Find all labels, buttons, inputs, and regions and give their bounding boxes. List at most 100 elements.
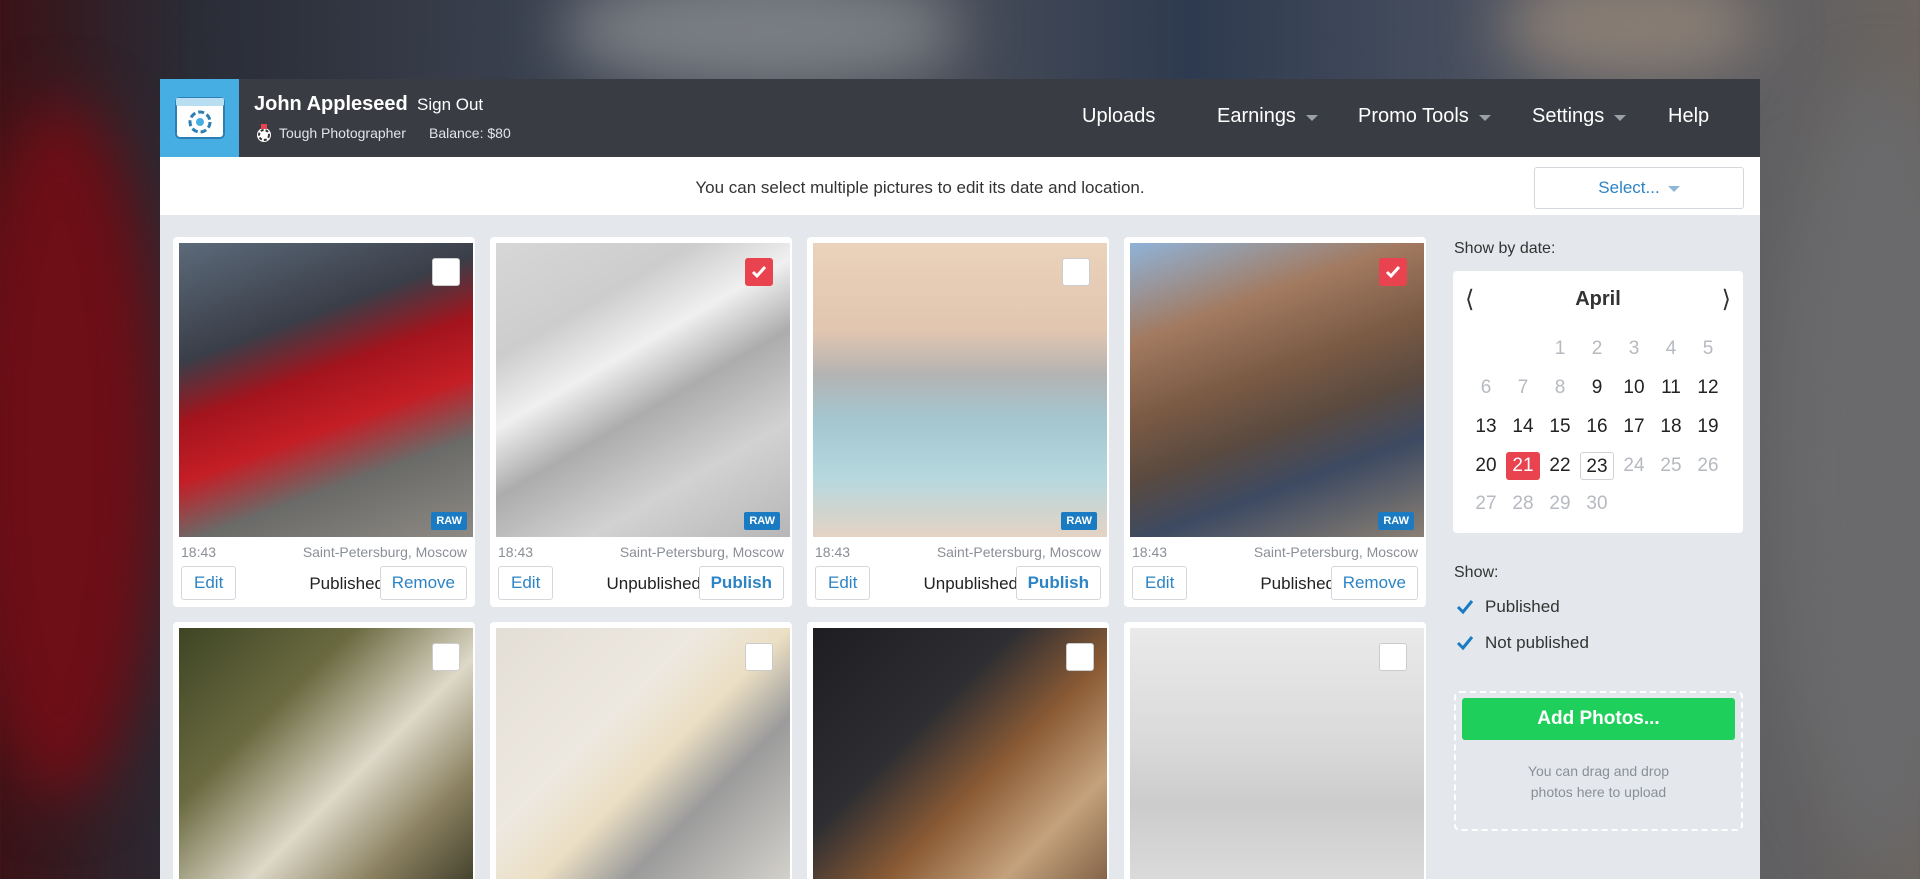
select-checkbox[interactable] bbox=[745, 258, 773, 286]
edit-button[interactable]: Edit bbox=[181, 566, 237, 600]
edit-button[interactable]: Edit bbox=[498, 566, 554, 600]
chevron-down-icon bbox=[1478, 114, 1491, 121]
calendar-day[interactable]: 1 bbox=[1543, 335, 1577, 363]
calendar-day[interactable]: 12 bbox=[1691, 374, 1725, 402]
drop-hint: You can drag and drop photos here to upl… bbox=[1527, 763, 1670, 800]
user-balance: Balance: $80 bbox=[429, 125, 511, 141]
calendar-day[interactable]: 16 bbox=[1580, 413, 1614, 441]
filter-published[interactable]: Published bbox=[1456, 597, 1560, 617]
remove-button[interactable]: Remove bbox=[379, 566, 467, 600]
publish-button[interactable]: Publish bbox=[1015, 566, 1101, 600]
backdrop-blur bbox=[0, 100, 160, 800]
calendar-day[interactable]: 30 bbox=[1580, 490, 1614, 518]
nav-promo-tools[interactable]: Promo Tools bbox=[1358, 105, 1491, 128]
backdrop-blur bbox=[1500, 0, 1760, 80]
photo-time: 18:43 bbox=[1132, 544, 1168, 560]
calendar-day[interactable]: 21 bbox=[1506, 452, 1540, 480]
calendar-day[interactable]: 24 bbox=[1617, 452, 1651, 480]
calendar-day[interactable]: 10 bbox=[1617, 374, 1651, 402]
check-icon bbox=[1385, 266, 1401, 279]
check-icon bbox=[751, 266, 767, 279]
calendar-day[interactable]: 22 bbox=[1543, 452, 1577, 480]
photo-time: 18:43 bbox=[181, 544, 217, 560]
nav-help[interactable]: Help bbox=[1668, 105, 1709, 128]
calendar-day[interactable]: 26 bbox=[1691, 452, 1725, 480]
calendar-day[interactable]: 19 bbox=[1691, 413, 1725, 441]
nav-settings[interactable]: Settings bbox=[1532, 105, 1627, 128]
photo-location: Saint-Petersburg, Moscow bbox=[619, 544, 784, 560]
select-checkbox[interactable] bbox=[432, 643, 460, 671]
select-checkbox[interactable] bbox=[1062, 258, 1090, 286]
add-photos-button[interactable]: Add Photos... bbox=[1462, 698, 1735, 740]
show-by-date-label: Show by date: bbox=[1454, 240, 1556, 257]
calendar-day[interactable]: 7 bbox=[1506, 374, 1540, 402]
raw-badge: RAW bbox=[744, 512, 780, 530]
select-checkbox[interactable] bbox=[1379, 258, 1407, 286]
nav-earnings[interactable]: Earnings bbox=[1217, 105, 1318, 128]
photo-thumbnail[interactable]: RAW bbox=[179, 243, 473, 537]
calendar-day[interactable]: 8 bbox=[1543, 374, 1577, 402]
photo-card: RAW 18:43 Saint-Petersburg, Moscow Edit … bbox=[173, 237, 475, 607]
calendar-day[interactable]: 28 bbox=[1506, 490, 1540, 518]
calendar-day[interactable]: 3 bbox=[1617, 335, 1651, 363]
calendar-day[interactable]: 23 bbox=[1580, 452, 1614, 480]
photo-location: Saint-Petersburg, Moscow bbox=[302, 544, 467, 560]
backdrop-blur bbox=[1780, 80, 1920, 860]
next-month-button[interactable]: ⟩ bbox=[1722, 285, 1731, 314]
calendar-day[interactable]: 15 bbox=[1543, 413, 1577, 441]
calendar-day[interactable]: 11 bbox=[1654, 374, 1688, 402]
photo-thumbnail[interactable] bbox=[813, 243, 1107, 537]
edit-button[interactable]: Edit bbox=[815, 566, 871, 600]
select-checkbox[interactable] bbox=[745, 643, 773, 671]
select-checkbox[interactable] bbox=[1066, 643, 1094, 671]
show-label: Show: bbox=[1454, 564, 1499, 581]
calendar-day[interactable]: 25 bbox=[1654, 452, 1688, 480]
edit-button[interactable]: Edit bbox=[1132, 566, 1188, 600]
publish-button[interactable]: Publish bbox=[698, 566, 784, 600]
calendar-day[interactable]: 2 bbox=[1580, 335, 1614, 363]
calendar-day[interactable]: 14 bbox=[1506, 413, 1540, 441]
sign-out-link[interactable]: Sign Out bbox=[417, 95, 483, 115]
calendar-day[interactable]: 17 bbox=[1617, 413, 1651, 441]
select-checkbox[interactable] bbox=[432, 258, 460, 286]
photo-thumbnail[interactable] bbox=[813, 628, 1107, 879]
backdrop-blur bbox=[560, 0, 960, 90]
status-label: Published bbox=[309, 574, 384, 593]
filter-label: Not published bbox=[1485, 633, 1589, 652]
calendar-day[interactable]: 27 bbox=[1469, 490, 1503, 518]
chevron-down-icon bbox=[1305, 114, 1318, 121]
calendar-day[interactable]: 29 bbox=[1543, 490, 1577, 518]
photo-thumbnail[interactable] bbox=[496, 243, 790, 537]
remove-button[interactable]: Remove bbox=[1330, 566, 1418, 600]
photo-thumbnail[interactable] bbox=[1130, 243, 1424, 537]
photo-time: 18:43 bbox=[498, 544, 534, 560]
check-icon bbox=[1456, 636, 1474, 651]
select-dropdown[interactable]: Select... bbox=[1534, 167, 1744, 209]
app-window: John Appleseed Sign Out Tough Photograph… bbox=[160, 79, 1760, 879]
calendar-day[interactable]: 5 bbox=[1691, 335, 1725, 363]
nav-uploads[interactable]: Uploads bbox=[1082, 105, 1155, 128]
raw-badge: RAW bbox=[1061, 512, 1097, 530]
calendar-day[interactable]: 20 bbox=[1469, 452, 1503, 480]
app-logo[interactable] bbox=[160, 79, 239, 157]
calendar-day[interactable]: 6 bbox=[1469, 374, 1503, 402]
calendar-day[interactable]: 9 bbox=[1580, 374, 1614, 402]
calendar-day[interactable]: 4 bbox=[1654, 335, 1688, 363]
filter-not-published[interactable]: Not published bbox=[1456, 633, 1589, 653]
status-label: Unpublished bbox=[606, 574, 701, 593]
calendar-day[interactable]: 18 bbox=[1654, 413, 1688, 441]
info-text: You can select multiple pictures to edit… bbox=[695, 178, 1145, 197]
select-checkbox[interactable] bbox=[1379, 643, 1407, 671]
date-calendar: ⟨ April ⟩ 1 2 3 4 5 6 7 8 9 10 11 12 13 14 15 16 17 18 19 2… bbox=[1453, 271, 1743, 533]
status-label: Unpublished bbox=[923, 574, 1018, 593]
raw-badge: RAW bbox=[1378, 512, 1414, 530]
user-name: John Appleseed bbox=[254, 93, 408, 115]
camera-window-icon bbox=[174, 97, 225, 139]
photo-card: RAW 18:43 Saint-Petersburg, Moscow Edit … bbox=[807, 237, 1109, 607]
photo-card bbox=[807, 622, 1109, 879]
photo-thumbnail[interactable] bbox=[179, 628, 473, 879]
status-label: Published bbox=[1260, 574, 1335, 593]
chevron-down-icon bbox=[1667, 186, 1680, 192]
calendar-day[interactable]: 13 bbox=[1469, 413, 1503, 441]
raw-badge: RAW bbox=[431, 512, 467, 530]
